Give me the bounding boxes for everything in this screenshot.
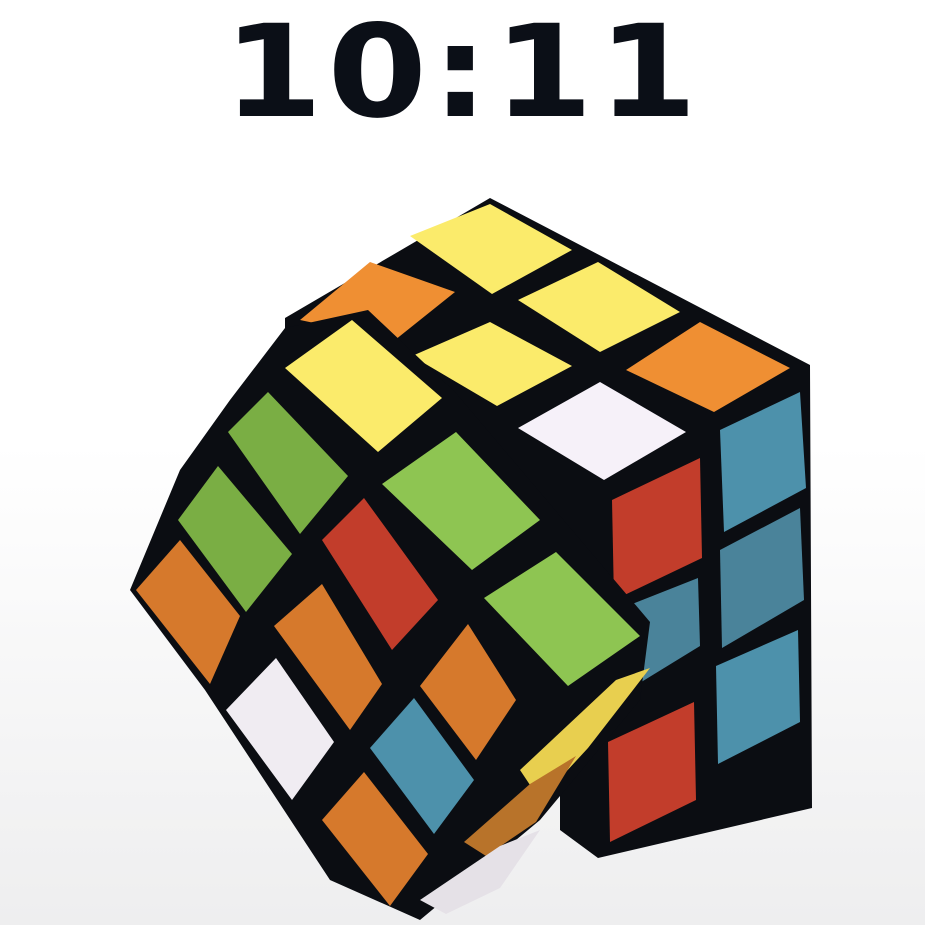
rubiks-cube[interactable] xyxy=(0,0,925,925)
